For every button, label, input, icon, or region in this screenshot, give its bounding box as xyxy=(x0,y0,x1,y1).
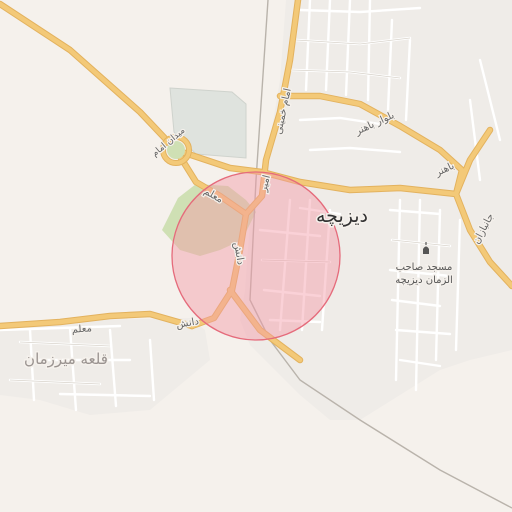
town-label: دیزیچه xyxy=(316,205,368,227)
road-label-moalem-west: معلم xyxy=(71,323,92,335)
search-radius-circle[interactable] xyxy=(171,171,341,341)
village-label: قلعه میرزمان xyxy=(24,350,108,368)
mosque-label-line2: الزمان دیزیچه xyxy=(395,275,453,286)
mosque-label-line1: مسجد صاحب xyxy=(396,262,453,273)
map-canvas[interactable]: دیزیچه قلعه میرزمان مسجد صاحب الزمان دیز… xyxy=(0,0,512,512)
map-view[interactable]: دیزیچه قلعه میرزمان مسجد صاحب الزمان دیز… xyxy=(0,0,512,512)
